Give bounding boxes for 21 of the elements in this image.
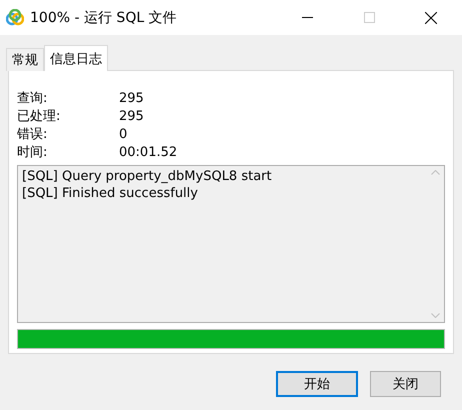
scroll-down-icon[interactable] — [431, 313, 440, 318]
window-title: 100% - 运行 SQL 文件 — [30, 8, 178, 26]
tab[interactable]: 信息日志 — [44, 45, 108, 71]
tab[interactable]: 常规 — [6, 48, 44, 71]
stat-label: 时间: — [17, 144, 48, 161]
stat-label: 错误: — [17, 126, 48, 143]
maximize-icon[interactable] — [364, 12, 374, 23]
scroll-up-icon[interactable] — [431, 170, 440, 175]
stat-value: 0 — [119, 126, 128, 142]
dialog-button[interactable]: 关闭 — [370, 371, 441, 397]
stat-value: 00:01.52 — [119, 144, 178, 160]
stat-label: 查询: — [17, 90, 48, 107]
dialog-button[interactable]: 开始 — [276, 371, 358, 397]
app-logo-icon — [6, 8, 24, 26]
stat-value: 295 — [119, 108, 144, 124]
log-line: [SQL] Query property_dbMySQL8 start — [22, 169, 273, 184]
stat-value: 295 — [119, 90, 144, 106]
minimize-icon[interactable] — [302, 17, 312, 18]
close-icon[interactable] — [425, 12, 437, 24]
stat-label: 已处理: — [17, 108, 62, 125]
log-line: [SQL] Finished successfully — [22, 186, 199, 201]
